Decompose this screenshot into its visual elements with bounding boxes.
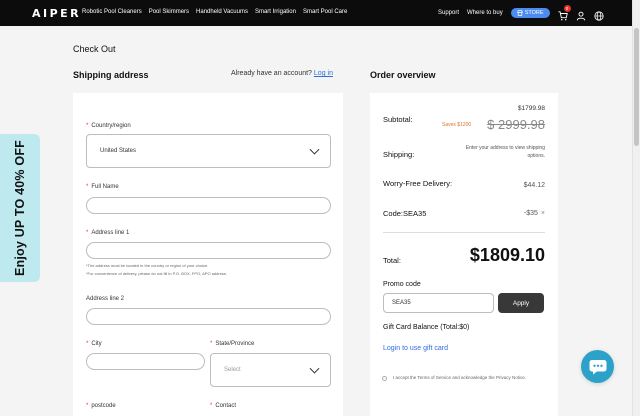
city-label: * City xyxy=(86,341,102,347)
login-link[interactable]: Log in xyxy=(314,70,333,77)
promo-code-input[interactable]: SEA35 xyxy=(383,293,494,313)
order-overview-heading: Order overview xyxy=(370,70,436,80)
cart-icon xyxy=(557,11,568,21)
top-navigation: AIPER Robotic Pool Cleaners Pool Skimmer… xyxy=(0,0,632,26)
scrollbar-thumb[interactable] xyxy=(634,28,639,146)
shipping-form: * Country/region United States * Full Name… xyxy=(73,93,343,416)
promo-side-tab[interactable]: Enjoy UP TO 40% OFF xyxy=(0,134,40,282)
shipping-address-heading: Shipping address xyxy=(73,70,149,80)
account-prompt: Already have an account? Log in xyxy=(231,70,333,77)
order-divider xyxy=(383,232,545,233)
store-icon xyxy=(516,10,523,16)
order-overview-card: Subtotal: $1799.98 Saves $1200 $ 2999.98… xyxy=(370,93,558,416)
chevron-down-icon xyxy=(309,144,320,155)
nav-link-robotic-pool-cleaners[interactable]: Robotic Pool Cleaners xyxy=(82,9,142,15)
address-line-1-label: * Address line 1 xyxy=(86,230,130,236)
store-button[interactable]: STORE xyxy=(510,8,550,18)
account-question: Already have an account? xyxy=(231,70,312,77)
worry-free-delivery-price: $44.12 xyxy=(523,182,545,189)
subtotal-label: Subtotal: xyxy=(383,115,413,124)
nav-right: Support Where to buy STORE 0 xyxy=(438,5,604,21)
state-placeholder: Select xyxy=(224,367,241,373)
total-value: $1809.10 xyxy=(469,245,545,265)
aiper-logo[interactable]: AIPER xyxy=(32,7,81,20)
globe-icon xyxy=(593,11,604,21)
remove-code-icon[interactable]: × xyxy=(541,210,545,217)
apply-promo-button[interactable]: Apply xyxy=(498,293,544,313)
chevron-down-icon xyxy=(309,363,320,374)
code-discount-value: -$35 xyxy=(523,210,538,217)
language-button[interactable] xyxy=(593,8,604,21)
country-select[interactable]: United States xyxy=(86,134,331,168)
shipping-label: Shipping: xyxy=(383,150,415,159)
nav-link-handheld-vacuums[interactable]: Handheld Vacuums xyxy=(196,9,248,15)
gift-card-balance: Gift Card Balance (Total:$0) xyxy=(383,324,470,331)
gift-card-login-link[interactable]: Login to use gift card xyxy=(383,345,448,352)
terms-checkbox[interactable] xyxy=(382,376,387,381)
nav-link-smart-irrigation[interactable]: Smart Irrigation xyxy=(255,9,296,15)
store-label: STORE xyxy=(524,10,544,16)
full-name-label: * Full Name xyxy=(86,184,119,190)
promo-side-text: Enjoy UP TO 40% OFF xyxy=(13,139,27,277)
address-line-1-input[interactable] xyxy=(86,242,331,259)
state-select[interactable]: Select xyxy=(210,353,331,387)
cart-button[interactable]: 0 xyxy=(557,5,571,21)
address-line-2-input[interactable] xyxy=(86,308,331,325)
nav-links: Robotic Pool Cleaners Pool Skimmers Hand… xyxy=(82,9,347,15)
nav-link-smart-pool-care[interactable]: Smart Pool Care xyxy=(303,9,347,15)
terms-text: I accept the Terms of Service and acknow… xyxy=(393,375,526,380)
cart-count-badge: 0 xyxy=(563,5,571,12)
state-label: * State/Province xyxy=(210,341,255,347)
savings-text: Saves $1200 xyxy=(442,122,472,128)
subtotal-price: $1799.98 xyxy=(517,105,545,112)
address-line-2-label: Address line 2 xyxy=(86,296,125,302)
total-label: Total: xyxy=(383,256,401,265)
contact-label: * Contact xyxy=(210,403,237,409)
nav-link-where-to-buy[interactable]: Where to buy xyxy=(467,10,503,16)
page-scrollbar[interactable] xyxy=(632,0,640,416)
city-input[interactable] xyxy=(86,353,205,370)
address-note-2: *For convenience of delivery, please do … xyxy=(86,271,228,276)
country-label: * Country/region xyxy=(86,123,131,129)
country-value: United States xyxy=(100,148,137,154)
postcode-label: * postcode xyxy=(86,403,116,409)
applied-code-discount: -$35 × xyxy=(524,210,545,217)
address-note-1: *The address must be located in the coun… xyxy=(86,263,209,268)
nav-link-pool-skimmers[interactable]: Pool Skimmers xyxy=(149,9,189,15)
page-title: Check Out xyxy=(73,44,116,54)
nav-link-support[interactable]: Support xyxy=(438,10,459,16)
account-button[interactable] xyxy=(576,8,586,21)
promo-code-value: SEA35 xyxy=(392,300,411,306)
chat-bubble-icon xyxy=(589,359,606,374)
chat-button[interactable] xyxy=(581,350,614,383)
shipping-note: Enter your address to view shipping opti… xyxy=(465,145,545,159)
original-price: $ 2999.98 xyxy=(487,117,545,132)
worry-free-delivery-label: Worry-Free Delivery: xyxy=(383,179,453,188)
applied-code-label: Code:SEA35 xyxy=(383,209,427,218)
full-name-input[interactable] xyxy=(86,197,331,214)
promo-code-label: Promo code xyxy=(383,281,421,288)
user-icon xyxy=(576,11,585,21)
